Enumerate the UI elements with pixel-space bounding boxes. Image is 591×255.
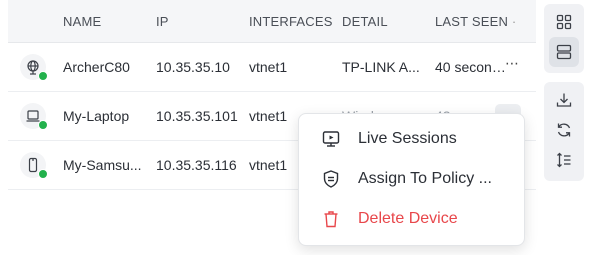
menu-item-assign-policy[interactable]: Assign To Policy ... bbox=[299, 159, 524, 199]
menu-item-label: Live Sessions bbox=[358, 130, 457, 147]
online-status-dot bbox=[38, 169, 48, 179]
globe-device-icon bbox=[20, 54, 48, 81]
sort-icon bbox=[557, 152, 571, 168]
column-header-ip[interactable]: IP bbox=[156, 14, 169, 29]
row-more-icon[interactable]: ⋯ bbox=[505, 55, 520, 72]
trash-icon bbox=[320, 208, 342, 230]
table-row[interactable]: ArcherC80 10.35.35.10 vtnet1 TP-LINK A..… bbox=[8, 43, 536, 92]
column-header-last-seen[interactable]: LAST SEEN · bbox=[435, 14, 516, 29]
context-menu: Live Sessions Assign To Policy ... Delet… bbox=[298, 113, 525, 246]
online-status-dot bbox=[38, 120, 48, 130]
device-interface: vtnet1 bbox=[249, 59, 288, 75]
device-ip: 10.35.35.116 bbox=[156, 157, 237, 173]
column-header-detail[interactable]: DETAIL bbox=[342, 14, 388, 29]
column-header-interfaces[interactable]: INTERFACES bbox=[249, 14, 333, 29]
shield-icon bbox=[320, 168, 342, 190]
grid-view-button[interactable] bbox=[549, 7, 579, 37]
sort-button[interactable] bbox=[549, 145, 579, 175]
download-button[interactable] bbox=[549, 85, 579, 115]
laptop-icon bbox=[20, 103, 48, 130]
device-last-seen: 40 second... bbox=[435, 59, 507, 75]
menu-item-live-sessions[interactable]: Live Sessions bbox=[299, 119, 524, 159]
action-toolbar bbox=[544, 82, 584, 181]
menu-item-label: Assign To Policy ... bbox=[358, 170, 492, 187]
sort-indicator: · bbox=[511, 14, 517, 29]
menu-item-delete-device[interactable]: Delete Device bbox=[299, 199, 524, 239]
device-name: ArcherC80 bbox=[63, 59, 130, 75]
view-toggle-group bbox=[544, 4, 584, 73]
menu-item-label: Delete Device bbox=[358, 210, 458, 227]
list-view-button[interactable] bbox=[549, 37, 579, 67]
monitor-play-icon bbox=[320, 128, 342, 150]
phone-icon bbox=[20, 152, 48, 179]
column-header-name[interactable]: NAME bbox=[63, 14, 101, 29]
refresh-button[interactable] bbox=[549, 115, 579, 145]
device-ip: 10.35.35.10 bbox=[156, 59, 230, 75]
device-ip: 10.35.35.101 bbox=[156, 108, 238, 124]
grid-view-icon bbox=[556, 14, 572, 30]
refresh-icon bbox=[557, 123, 571, 137]
list-view-icon bbox=[556, 44, 572, 60]
device-name: My-Laptop bbox=[63, 108, 130, 124]
download-icon bbox=[556, 93, 572, 107]
device-name: My-Samsu... bbox=[63, 157, 142, 173]
device-detail: TP-LINK A... bbox=[342, 59, 420, 75]
table-header: NAME IP INTERFACES DETAIL LAST SEEN · bbox=[8, 0, 536, 43]
online-status-dot bbox=[38, 71, 48, 81]
